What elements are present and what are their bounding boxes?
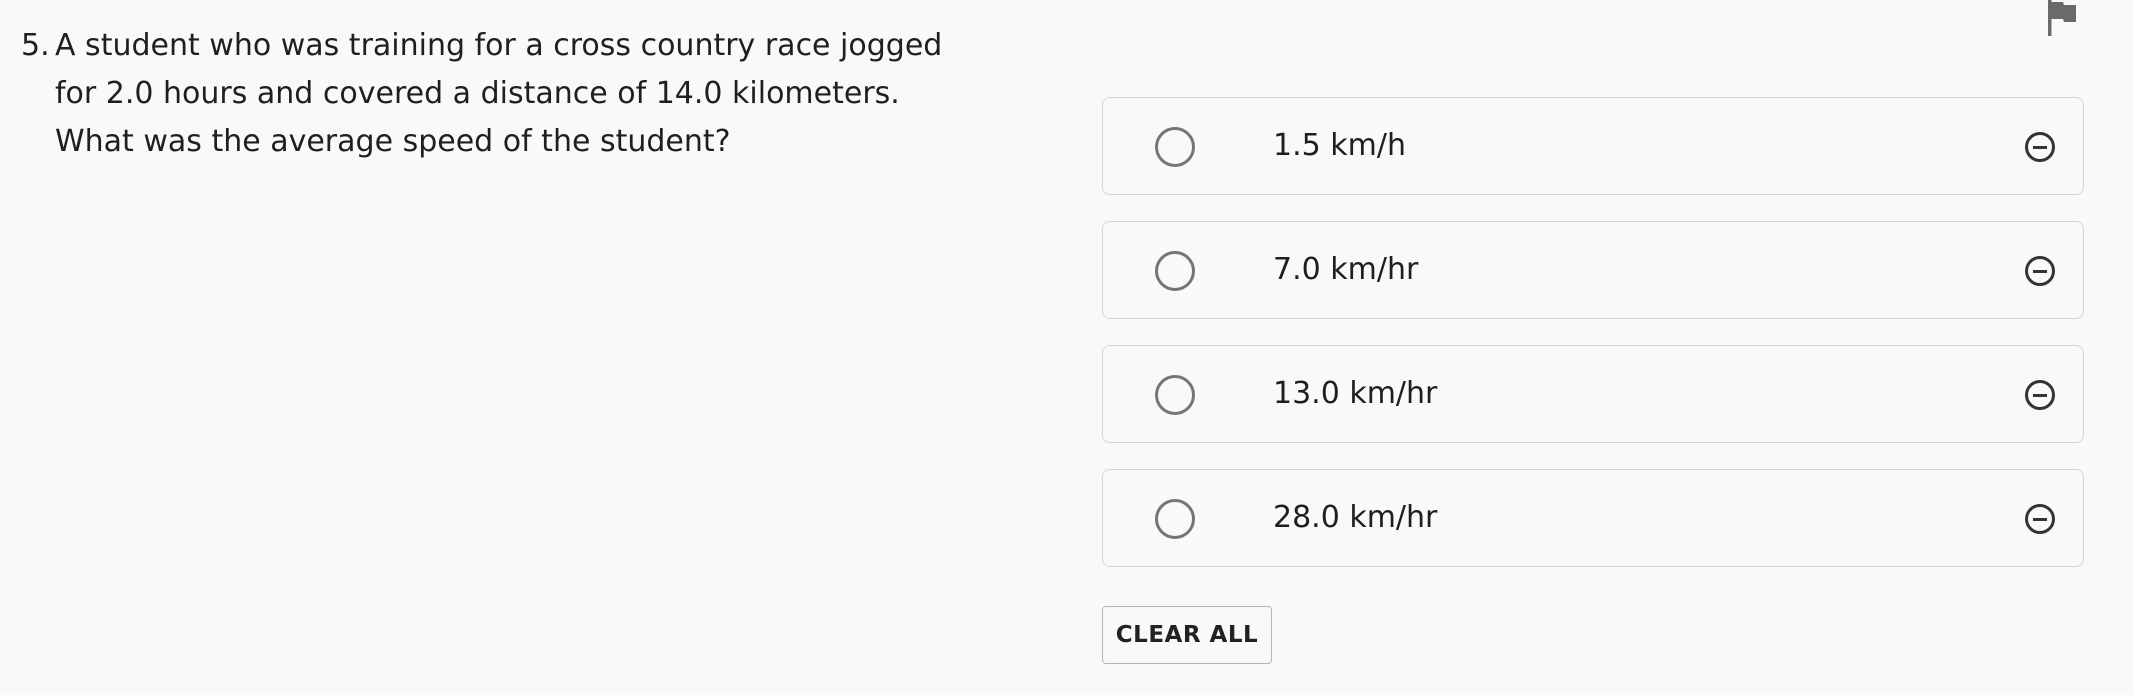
answer-options: 1.5 km/h 7.0 km/hr 13.0 km/hr 28.0 km/hr <box>1102 97 2084 593</box>
radio-button[interactable] <box>1155 251 1195 291</box>
answer-option-b[interactable]: 7.0 km/hr <box>1102 221 2084 319</box>
minus-circle-icon[interactable] <box>2025 132 2055 162</box>
option-label: 13.0 km/hr <box>1273 376 1438 411</box>
minus-circle-icon[interactable] <box>2025 380 2055 410</box>
option-label: 28.0 km/hr <box>1273 500 1438 535</box>
answer-option-d[interactable]: 28.0 km/hr <box>1102 469 2084 567</box>
answer-option-a[interactable]: 1.5 km/h <box>1102 97 2084 195</box>
option-label: 1.5 km/h <box>1273 128 1406 163</box>
answer-option-c[interactable]: 13.0 km/hr <box>1102 345 2084 443</box>
radio-button[interactable] <box>1155 375 1195 415</box>
radio-button[interactable] <box>1155 127 1195 167</box>
minus-circle-icon[interactable] <box>2025 256 2055 286</box>
option-label: 7.0 km/hr <box>1273 252 1419 287</box>
question-text: A student who was training for a cross c… <box>55 28 943 159</box>
question-number: 5. <box>21 28 50 63</box>
minus-circle-icon[interactable] <box>2025 504 2055 534</box>
radio-button[interactable] <box>1155 499 1195 539</box>
flag-icon[interactable] <box>2045 0 2079 36</box>
question-block: 5. A student who was training for a cros… <box>21 22 971 166</box>
clear-all-button[interactable]: CLEAR ALL <box>1102 606 1272 664</box>
